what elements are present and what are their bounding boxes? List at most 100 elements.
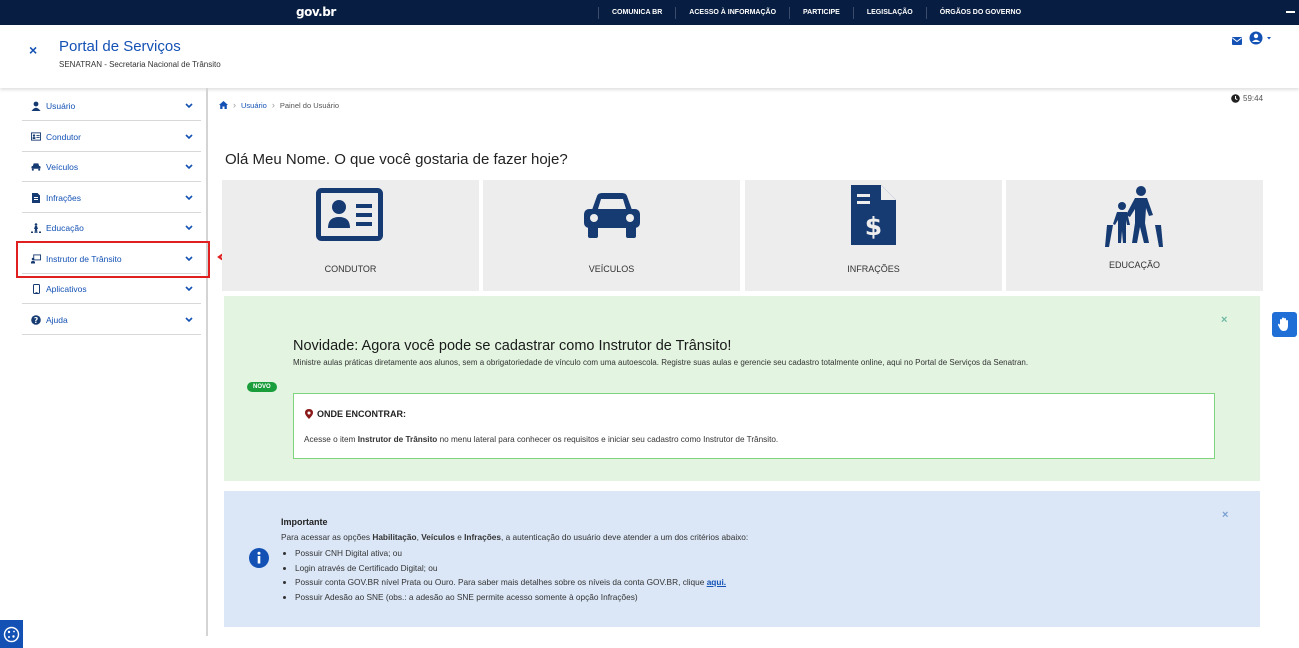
sidebar-item-infracoes[interactable]: Infrações xyxy=(22,183,201,213)
chevron-down-icon xyxy=(185,224,193,230)
portal-title[interactable]: Portal de Serviços xyxy=(59,38,181,55)
invoice-dollar-icon: $ xyxy=(851,185,896,245)
criteria-list: Possuir CNH Digital ativa; ou Login atra… xyxy=(295,546,726,604)
sidebar-item-ajuda[interactable]: ? Ajuda xyxy=(22,305,201,335)
card-label: EDUCAÇÃO xyxy=(1108,260,1160,270)
important-alert: Importante Para acessar as opções Habili… xyxy=(224,491,1260,627)
where-to-find-box: ONDE ENCONTRAR: Acesse o item Instrutor … xyxy=(293,393,1215,459)
chevron-down-icon xyxy=(185,102,193,108)
sidebar-item-condutor[interactable]: Condutor xyxy=(22,122,201,152)
user-account-icon[interactable] xyxy=(1249,31,1275,45)
home-icon[interactable] xyxy=(219,101,228,109)
levels-link[interactable]: aqui. xyxy=(707,577,726,587)
question-icon: ? xyxy=(31,314,41,325)
where-to-find-title: ONDE ENCONTRAR: xyxy=(305,409,406,419)
where-to-find-text: Acesse o item Instrutor de Trânsito no m… xyxy=(304,435,778,444)
where-text-bold: Instrutor de Trânsito xyxy=(357,435,438,444)
link-legislacao[interactable]: LEGISLAÇÃO xyxy=(852,6,926,19)
important-title: Importante xyxy=(281,517,328,527)
close-important-icon[interactable]: × xyxy=(1222,509,1228,521)
session-timer: 59:44 xyxy=(1231,94,1263,103)
timer-value: 59:44 xyxy=(1243,94,1264,103)
clock-icon xyxy=(1231,94,1240,103)
breadcrumb-separator: › xyxy=(271,100,275,110)
gov-links: COMUNICA BR ACESSO À INFORMAÇÃO PARTICIP… xyxy=(598,0,1034,25)
intro-pre: Para acessar as opções xyxy=(281,532,373,542)
site-header: × Portal de Serviços SENATRAN - Secretar… xyxy=(0,25,1299,88)
card-condutor[interactable]: CONDUTOR xyxy=(222,180,479,291)
intro-sep: e xyxy=(454,532,465,542)
svg-text:$: $ xyxy=(865,212,882,241)
highlight-box xyxy=(16,241,210,278)
sidebar-item-label: Condutor xyxy=(46,131,81,142)
where-text-post: no menu lateral para conhecer os requisi… xyxy=(437,435,779,444)
intro-habilitacao: Habilitação xyxy=(372,532,417,542)
card-label: VEÍCULOS xyxy=(588,264,635,274)
info-icon xyxy=(249,548,269,568)
sidebar-item-aplicativos[interactable]: Aplicativos xyxy=(22,274,201,304)
pedestrian-icon xyxy=(31,222,41,233)
sidebar-item-usuario[interactable]: Usuário xyxy=(22,91,201,121)
sidebar-item-label: Educação xyxy=(46,222,84,233)
card-veiculos[interactable]: VEÍCULOS xyxy=(483,180,740,291)
novelty-title: Novidade: Agora você pode se cadastrar c… xyxy=(293,338,732,354)
vlibras-accessibility-button[interactable] xyxy=(1272,312,1297,337)
important-intro: Para acessar as opções Habilitação, Veíc… xyxy=(281,532,748,542)
sidebar-item-label: Infrações xyxy=(46,192,81,203)
breadcrumb-usuario[interactable]: Usuário xyxy=(241,101,267,110)
chevron-down-icon xyxy=(185,133,193,139)
sidebar-item-educacao[interactable]: Educação xyxy=(22,213,201,243)
chevron-down-icon xyxy=(185,163,193,169)
sidebar-item-label: Usuário xyxy=(46,100,76,111)
pedestrian-crossing-icon xyxy=(1105,186,1163,247)
gov-menu-icon[interactable] xyxy=(1286,11,1295,13)
card-infracoes[interactable]: $ INFRAÇÕES xyxy=(745,180,1002,291)
card-educacao[interactable]: EDUCAÇÃO xyxy=(1006,180,1263,291)
sidebar-item-label: Veículos xyxy=(46,161,79,172)
list-item: Possuir conta GOV.BR nível Prata ou Ouro… xyxy=(295,575,726,590)
mobile-icon xyxy=(31,283,41,294)
close-novelty-icon[interactable]: × xyxy=(1221,314,1227,326)
mail-icon[interactable] xyxy=(1232,37,1242,45)
list-item: Possuir Adesão ao SNE (obs.: a adesão ao… xyxy=(295,590,726,605)
id-card-icon xyxy=(316,188,383,241)
portal-subtitle: SENATRAN - Secretaria Nacional de Trânsi… xyxy=(59,60,221,69)
list-item: Possuir CNH Digital ativa; ou xyxy=(295,546,726,561)
map-pin-icon xyxy=(305,409,313,419)
novelty-text: Ministre aulas práticas diretamente aos … xyxy=(293,358,1029,367)
link-participe[interactable]: PARTICIPE xyxy=(789,6,853,19)
where-text-pre: Acesse o item xyxy=(304,435,358,444)
gov-top-bar: gov.br COMUNICA BR ACESSO À INFORMAÇÃO P… xyxy=(0,0,1299,25)
car-icon xyxy=(31,162,41,172)
chevron-down-icon xyxy=(185,194,193,200)
new-badge: NOVO xyxy=(247,382,277,392)
cookie-icon xyxy=(3,626,20,642)
breadcrumb: › Usuário › Painel do Usuário xyxy=(219,100,339,110)
card-label: CONDUTOR xyxy=(324,264,377,274)
sidebar-item-label: Ajuda xyxy=(46,314,68,325)
car-icon xyxy=(584,193,640,238)
document-icon xyxy=(31,192,41,203)
close-menu-icon[interactable]: × xyxy=(29,42,37,58)
link-acesso-informacao[interactable]: ACESSO À INFORMAÇÃO xyxy=(675,6,789,19)
id-card-icon xyxy=(31,132,41,142)
sidebar-item-veiculos[interactable]: Veículos xyxy=(22,152,201,182)
sidebar-item-label: Aplicativos xyxy=(46,283,87,294)
list-item-text: Possuir conta GOV.BR nível Prata ou Ouro… xyxy=(295,577,707,587)
greeting-heading: Olá Meu Nome. O que você gostaria de faz… xyxy=(225,151,568,168)
user-icon xyxy=(31,101,41,111)
sign-language-icon xyxy=(1277,317,1288,331)
chevron-down-icon xyxy=(185,316,193,322)
intro-veiculos: Veículos xyxy=(421,532,455,542)
govbr-logo[interactable]: gov.br xyxy=(296,5,336,19)
list-item: Login através de Certificado Digital; ou xyxy=(295,561,726,576)
link-orgaos-governo[interactable]: ÓRGÃOS DO GOVERNO xyxy=(925,6,1034,19)
intro-post: , a autenticação do usuário deve atender… xyxy=(501,532,749,542)
card-label: INFRAÇÕES xyxy=(847,264,900,274)
link-comunica-br[interactable]: COMUNICA BR xyxy=(598,6,675,19)
cookie-settings-button[interactable] xyxy=(0,620,23,648)
breadcrumb-painel: Painel do Usuário xyxy=(279,100,340,110)
chevron-down-icon xyxy=(185,285,193,291)
svg-text:?: ? xyxy=(34,316,38,325)
where-to-find-title-text: ONDE ENCONTRAR: xyxy=(317,409,406,419)
